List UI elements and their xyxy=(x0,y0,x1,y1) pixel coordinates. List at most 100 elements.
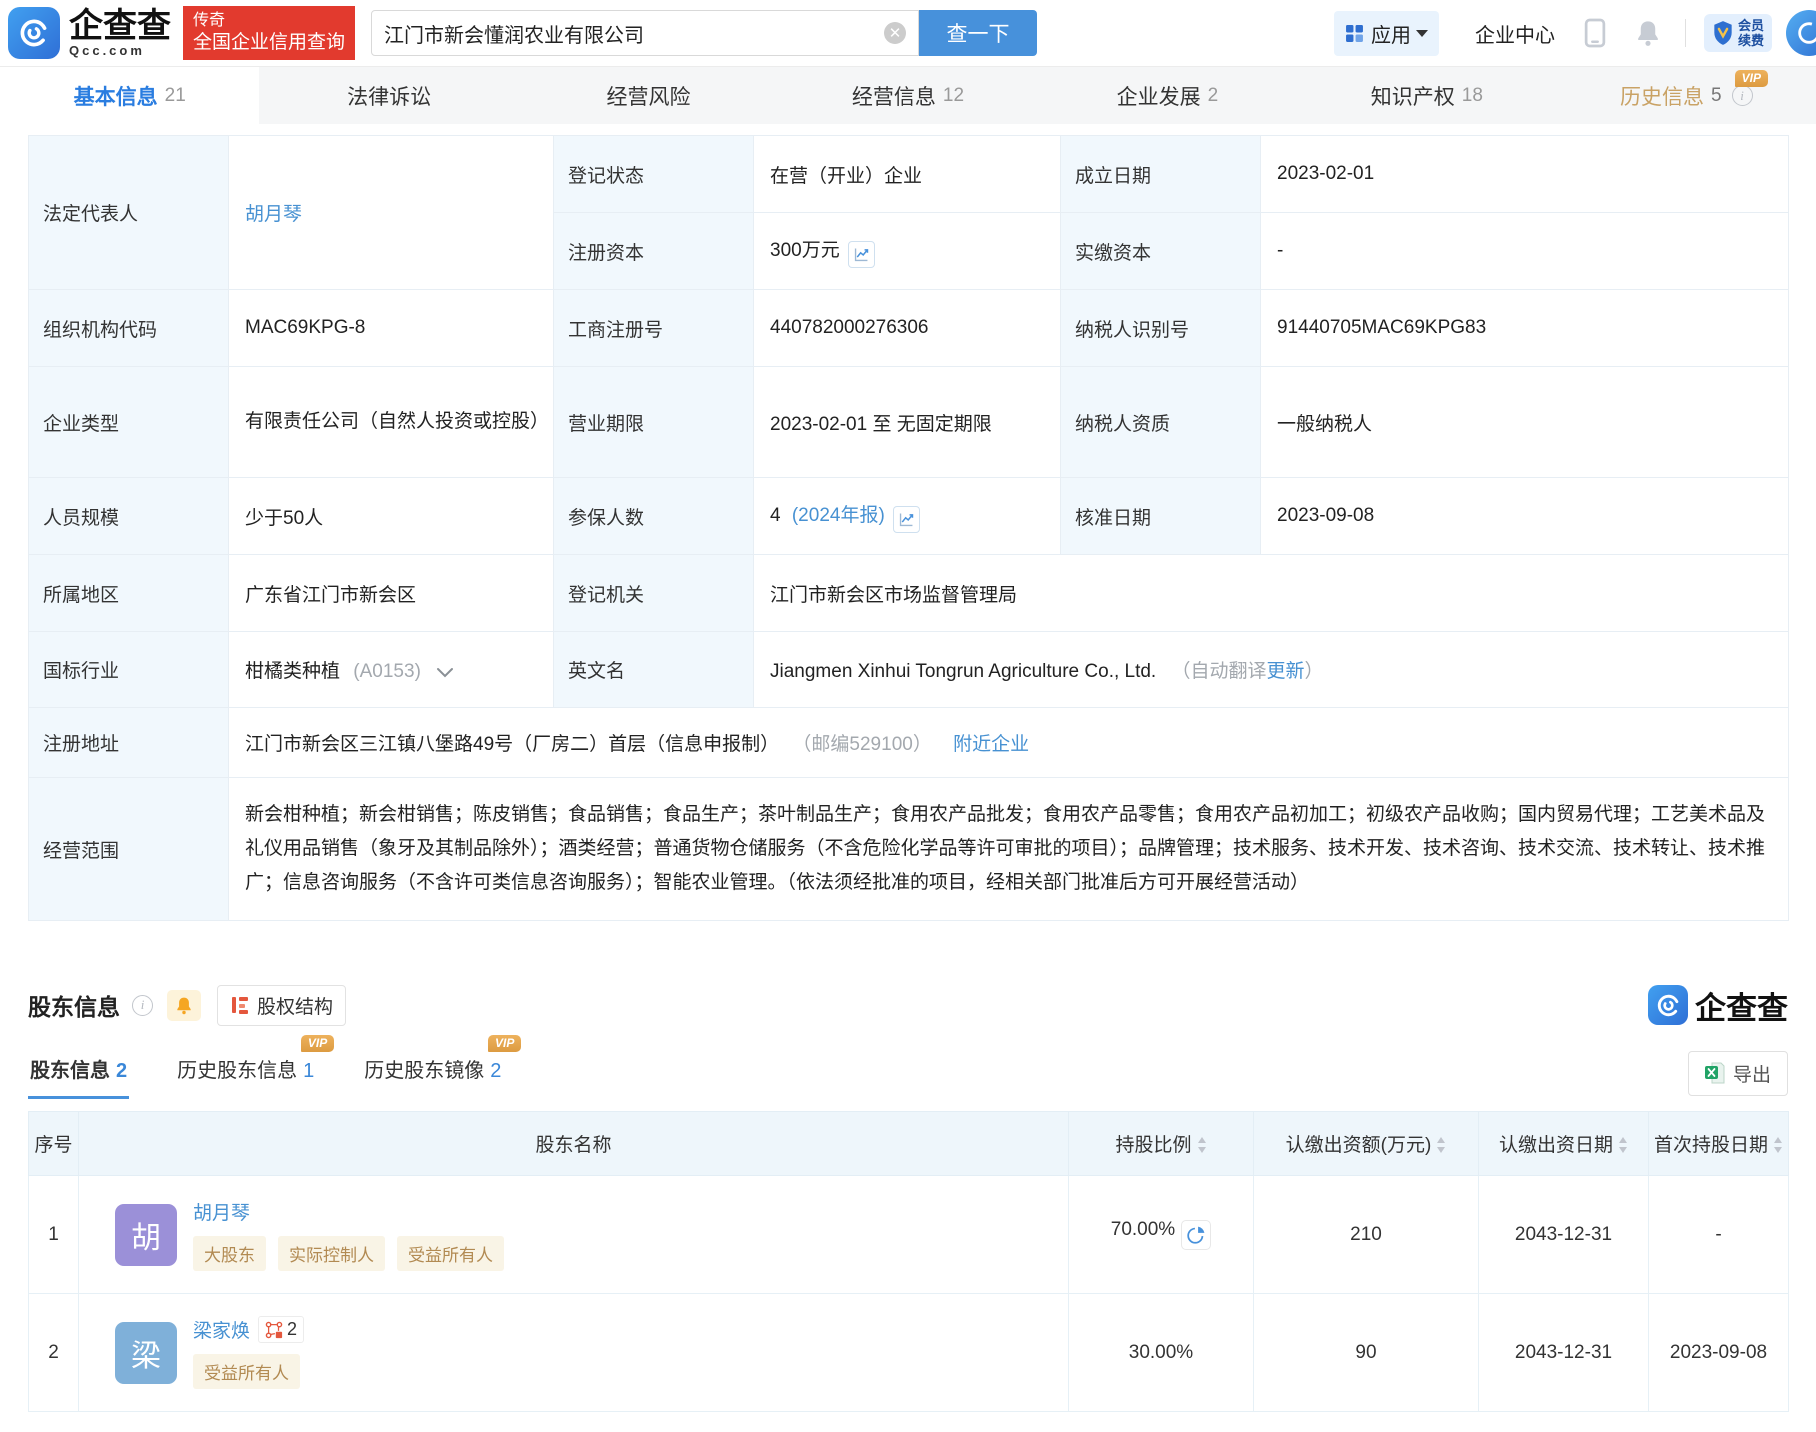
insured-report-link[interactable]: (2024年报) xyxy=(792,505,885,526)
shareholders-section-header: 股东信息 i 股权结构 企查查 xyxy=(28,983,1788,1027)
vip-badge: VIP xyxy=(1734,70,1768,87)
clear-circle-icon[interactable]: ✕ xyxy=(884,22,907,44)
tab-operation-info[interactable]: 经营信息 12 xyxy=(778,67,1037,124)
col-subscribe-date[interactable]: 认缴出资日期 xyxy=(1478,1111,1649,1176)
excel-icon xyxy=(1704,1062,1725,1084)
subscribe-date-value: 2043-12-31 xyxy=(1478,1175,1649,1294)
pie-chart-icon[interactable] xyxy=(1181,1219,1212,1250)
chevron-down-icon[interactable] xyxy=(436,667,454,679)
taxpayer-id-value: 91440705MAC69KPG83 xyxy=(1260,289,1789,367)
trend-chart-icon[interactable] xyxy=(847,240,875,268)
trend-chart-icon[interactable] xyxy=(892,505,920,533)
basic-info-table: 法定代表人 胡月琴 登记状态 在营（开业）企业 成立日期 2023-02-01 … xyxy=(28,135,1789,921)
qcc-mascot-icon[interactable] xyxy=(1786,10,1816,56)
amount-value: 210 xyxy=(1253,1175,1479,1294)
bell-icon[interactable] xyxy=(1635,19,1661,47)
tab-development[interactable]: 企业发展 2 xyxy=(1038,67,1297,124)
industry-label: 国标行业 xyxy=(28,631,229,708)
tab-shareholders-mirror[interactable]: VIP 历史股东镜像 2 xyxy=(362,1034,522,1099)
shareholder-name-link[interactable]: 梁家焕 xyxy=(193,1316,250,1343)
approval-date-label: 核准日期 xyxy=(1060,477,1261,555)
avatar: 梁 xyxy=(115,1321,177,1384)
enterprise-center-link[interactable]: 企业中心 xyxy=(1475,19,1555,48)
taxpayer-quality-label: 纳税人资质 xyxy=(1060,366,1261,478)
export-label: 导出 xyxy=(1732,1064,1771,1086)
related-companies-badge[interactable]: 2 xyxy=(258,1316,305,1343)
tab-operation-risk[interactable]: 经营风险 xyxy=(519,67,778,124)
insured-cell: 4 (2024年报) xyxy=(753,477,1061,555)
row-no: 2 xyxy=(28,1293,79,1412)
search-button[interactable]: 查一下 xyxy=(919,10,1038,56)
address-zip: （邮编529100） xyxy=(792,734,932,755)
tab-history[interactable]: VIP 历史信息 5 i xyxy=(1557,67,1816,124)
apps-label: 应用 xyxy=(1370,24,1411,47)
en-name-update-link[interactable]: 更新 xyxy=(1267,661,1305,682)
org-code-value: MAC69KPG-8 xyxy=(228,289,554,367)
equity-structure-label: 股权结构 xyxy=(257,996,334,1018)
reg-capital-cell: 300万元 xyxy=(753,212,1061,290)
biz-term-label: 营业期限 xyxy=(553,366,754,478)
company-type-value: 有限责任公司（自然人投资或控股） xyxy=(228,366,554,478)
insured-label: 参保人数 xyxy=(553,477,754,555)
equity-structure-button[interactable]: 股权结构 xyxy=(217,984,347,1026)
grid-icon xyxy=(1346,24,1363,42)
shareholders-tabbar: 股东信息 2 VIP 历史股东信息 1 VIP 历史股东镜像 2 导出 xyxy=(28,1034,1788,1099)
industry-value: 柑橘类种植 xyxy=(245,661,341,682)
search-input[interactable]: 江门市新会懂润农业有限公司 ✕ xyxy=(371,10,920,56)
ratio-value: 30.00% xyxy=(1068,1293,1254,1412)
phone-icon[interactable] xyxy=(1583,18,1607,48)
brand-name: 企查查 xyxy=(1695,990,1788,1026)
info-circle-icon[interactable]: i xyxy=(1731,85,1753,106)
tag-beneficial-owner: 受益所有人 xyxy=(397,1236,504,1271)
vip-badge: VIP xyxy=(488,1034,522,1052)
qcc-ring-icon[interactable] xyxy=(8,7,60,59)
tag-major-shareholder: 大股东 xyxy=(193,1236,266,1271)
search-value[interactable]: 江门市新会懂润农业有限公司 xyxy=(384,19,884,48)
sort-arrows-icon[interactable] xyxy=(1773,1137,1783,1153)
paid-capital-value: - xyxy=(1260,212,1789,290)
address-value: 江门市新会区三江镇八堡路49号（厂房二）首层（信息申报制） xyxy=(245,734,780,755)
follow-bell-button[interactable] xyxy=(167,989,201,1021)
related-count: 2 xyxy=(287,1319,298,1339)
info-circle-icon[interactable]: i xyxy=(132,994,153,1016)
address-cell: 江门市新会区三江镇八堡路49号（厂房二）首层（信息申报制） （邮编529100）… xyxy=(228,707,1789,778)
apps-menu[interactable]: 应用 xyxy=(1333,10,1439,56)
sort-arrows-icon[interactable] xyxy=(1436,1137,1446,1153)
col-ratio[interactable]: 持股比例 xyxy=(1068,1111,1254,1176)
address-label: 注册地址 xyxy=(28,707,229,778)
row-no: 1 xyxy=(28,1175,79,1294)
sort-arrows-icon[interactable] xyxy=(1618,1137,1628,1153)
industry-cell: 柑橘类种植 (A0153) xyxy=(228,631,554,708)
bell-icon xyxy=(177,997,191,1014)
first-date-value: 2023-09-08 xyxy=(1648,1293,1789,1412)
amount-value: 90 xyxy=(1253,1293,1479,1412)
logo-subtitle: Qcc.com xyxy=(69,42,145,58)
tab-shareholders-history[interactable]: VIP 历史股东信息 1 xyxy=(175,1034,335,1099)
col-amount[interactable]: 认缴出资额(万元) xyxy=(1253,1111,1479,1176)
taxpayer-quality-value: 一般纳税人 xyxy=(1260,366,1789,478)
logo-title: 企查查 xyxy=(69,6,171,45)
sort-arrows-icon[interactable] xyxy=(1197,1137,1207,1153)
network-icon xyxy=(265,1321,283,1338)
tag-beneficial-owner: 受益所有人 xyxy=(193,1354,300,1389)
shareholder-cell: 梁 梁家焕 2 受益所有人 xyxy=(78,1293,1069,1412)
tab-ip[interactable]: 知识产权 18 xyxy=(1297,67,1556,124)
top-header: 企查查 Qcc.com 传奇 全国企业信用查询 江门市新会懂润农业有限公司 ✕ … xyxy=(0,0,1816,66)
export-button[interactable]: 导出 xyxy=(1687,1050,1788,1096)
nearby-companies-link[interactable]: 附近企业 xyxy=(953,734,1029,755)
tab-basic-info[interactable]: 基本信息 21 xyxy=(0,67,260,124)
qcc-ring-icon xyxy=(1648,985,1688,1025)
vip-renew-button[interactable]: 会员 续费 xyxy=(1703,14,1772,52)
tab-legal[interactable]: 法律诉讼 xyxy=(259,67,518,124)
tab-shareholders-current[interactable]: 股东信息 2 xyxy=(28,1048,130,1099)
reg-capital-value: 300万元 xyxy=(770,239,840,261)
col-no: 序号 xyxy=(28,1111,79,1176)
staff-size-label: 人员规模 xyxy=(28,477,229,555)
subscribe-date-value: 2043-12-31 xyxy=(1478,1293,1649,1412)
shareholder-name-link[interactable]: 胡月琴 xyxy=(193,1198,250,1225)
logo[interactable]: 企查查 Qcc.com xyxy=(69,9,171,58)
approval-date-value: 2023-09-08 xyxy=(1260,477,1789,555)
col-first-date[interactable]: 首次持股日期 xyxy=(1648,1111,1789,1176)
legal-rep-link[interactable]: 胡月琴 xyxy=(245,204,302,225)
header-divider xyxy=(1684,19,1686,47)
